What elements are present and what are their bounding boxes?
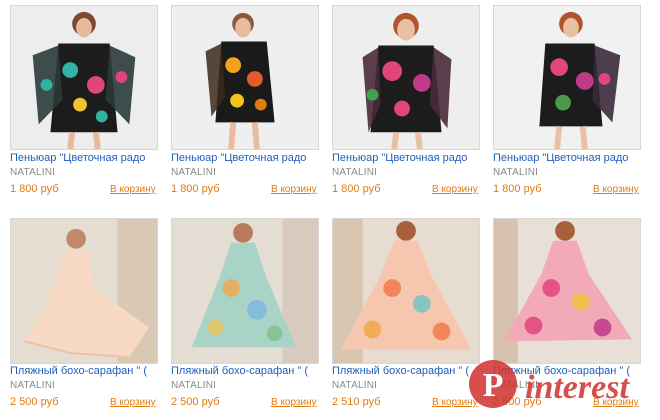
product-photo bbox=[494, 219, 640, 363]
product-title-link[interactable]: Пеньюар "Цветочная радо bbox=[493, 152, 641, 164]
product-card: Пеньюар "Цветочная радо NATALINI 1 800 р… bbox=[0, 0, 158, 200]
svg-text:P: P bbox=[483, 367, 504, 404]
product-image[interactable] bbox=[171, 5, 319, 150]
add-to-cart-link[interactable]: В корзину bbox=[271, 397, 317, 408]
product-title-link[interactable]: Пляжный бохо-сарафан " ( bbox=[171, 365, 319, 377]
product-brand: NATALINI bbox=[171, 380, 217, 391]
product-title-link[interactable]: Пляжный бохо-сарафан " ( bbox=[10, 365, 158, 377]
product-price: 1 800 руб bbox=[332, 183, 381, 195]
product-photo bbox=[494, 6, 640, 149]
product-title-link[interactable]: Пеньюар "Цветочная радо bbox=[10, 152, 158, 164]
product-brand: NATALINI bbox=[493, 167, 539, 178]
product-image[interactable] bbox=[493, 5, 641, 150]
product-card: Пеньюар "Цветочная радо NATALINI 1 800 р… bbox=[161, 0, 319, 200]
add-to-cart-link[interactable]: В корзину bbox=[110, 397, 156, 408]
product-brand: NATALINI bbox=[332, 167, 378, 178]
product-title-link[interactable]: Пеньюар "Цветочная радо bbox=[171, 152, 319, 164]
product-image[interactable] bbox=[10, 218, 158, 364]
product-card: Пляжный бохо-сарафан " ( NATALINI 2 500 … bbox=[0, 215, 158, 415]
product-brand: NATALINI bbox=[10, 167, 56, 178]
product-price: 1 800 руб bbox=[10, 183, 59, 195]
product-brand: NATALINI bbox=[10, 380, 56, 391]
product-card: Пеньюар "Цветочная радо NATALINI 1 800 р… bbox=[322, 0, 480, 200]
product-price: 1 800 руб bbox=[171, 183, 220, 195]
product-photo bbox=[172, 6, 318, 149]
pinterest-watermark: P interest bbox=[467, 354, 652, 414]
product-photo bbox=[11, 6, 157, 149]
svg-text:interest: interest bbox=[525, 369, 630, 406]
product-image[interactable] bbox=[332, 5, 480, 150]
product-price: 2 500 руб bbox=[10, 396, 59, 408]
product-title-link[interactable]: Пляжный бохо-сарафан " ( bbox=[332, 365, 480, 377]
add-to-cart-link[interactable]: В корзину bbox=[432, 184, 478, 195]
product-photo bbox=[333, 6, 479, 149]
product-image[interactable] bbox=[493, 218, 641, 364]
product-title-link[interactable]: Пеньюар "Цветочная радо bbox=[332, 152, 480, 164]
product-image[interactable] bbox=[332, 218, 480, 364]
add-to-cart-link[interactable]: В корзину bbox=[271, 184, 317, 195]
product-image[interactable] bbox=[10, 5, 158, 150]
product-image[interactable] bbox=[171, 218, 319, 364]
product-photo bbox=[11, 219, 157, 363]
product-photo bbox=[333, 219, 479, 363]
add-to-cart-link[interactable]: В корзину bbox=[110, 184, 156, 195]
pinterest-logo-icon: P interest bbox=[469, 360, 630, 408]
product-card: Пляжный бохо-сарафан " ( NATALINI 2 500 … bbox=[161, 215, 319, 415]
product-price: 1 800 руб bbox=[493, 183, 542, 195]
product-brand: NATALINI bbox=[171, 167, 217, 178]
product-card: Пеньюар "Цветочная радо NATALINI 1 800 р… bbox=[483, 0, 641, 200]
product-brand: NATALINI bbox=[332, 380, 378, 391]
product-price: 2 500 руб bbox=[171, 396, 220, 408]
product-photo bbox=[172, 219, 318, 363]
add-to-cart-link[interactable]: В корзину bbox=[593, 184, 639, 195]
product-price: 2 510 руб bbox=[332, 396, 381, 408]
product-card: Пляжный бохо-сарафан " ( NATALINI 2 510 … bbox=[322, 215, 480, 415]
